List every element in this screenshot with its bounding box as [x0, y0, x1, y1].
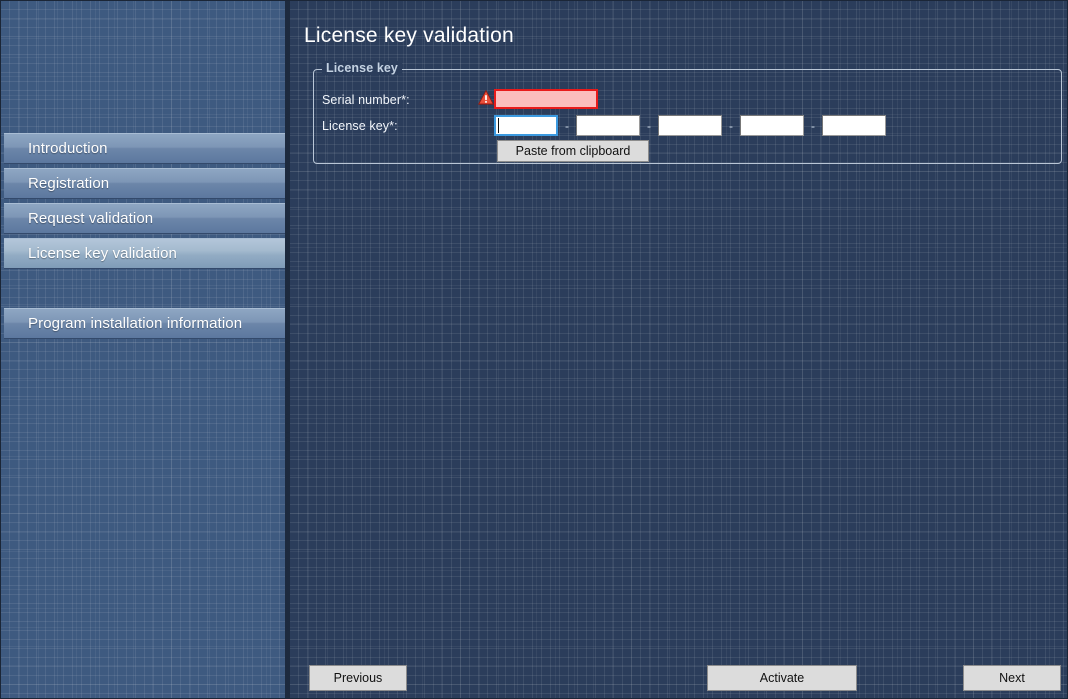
license-key-segment-2[interactable] — [576, 115, 640, 136]
groupbox-title: License key — [322, 61, 402, 75]
license-key-segment-4[interactable] — [740, 115, 804, 136]
sidebar-item-introduction[interactable]: Introduction — [4, 133, 285, 164]
license-key-groupbox: License key Serial number*: License key*… — [313, 61, 1062, 164]
license-key-separator: - — [729, 118, 733, 133]
sidebar-item-request-validation[interactable]: Request validation — [4, 203, 285, 234]
paste-from-clipboard-button[interactable]: Paste from clipboard — [497, 140, 649, 162]
license-key-label: License key*: — [322, 119, 398, 133]
sidebar-item-license-key-validation[interactable]: License key validation — [4, 238, 285, 269]
content-panel: License key validation License key Seria… — [290, 1, 1067, 698]
license-key-segment-1[interactable] — [494, 115, 558, 136]
sidebar-crosshair-background — [1, 1, 285, 698]
sidebar-item-program-installation-information[interactable]: Program installation information — [4, 308, 285, 339]
license-key-segment-5[interactable] — [822, 115, 886, 136]
license-key-segments: - - - - — [494, 115, 886, 136]
serial-number-input[interactable] — [494, 89, 598, 109]
wizard-window: Introduction Registration Request valida… — [0, 0, 1068, 699]
sidebar-item-label: Request validation — [28, 210, 154, 227]
sidebar-item-registration[interactable]: Registration — [4, 168, 285, 199]
sidebar-item-label: Registration — [28, 175, 110, 192]
sidebar-item-label: License key validation — [28, 245, 177, 262]
previous-button[interactable]: Previous — [309, 665, 407, 691]
license-key-separator: - — [565, 118, 569, 133]
text-cursor — [498, 118, 499, 133]
warning-triangle-icon — [477, 89, 495, 105]
sidebar-item-label: Introduction — [28, 140, 108, 157]
page-title: License key validation — [304, 24, 514, 47]
license-key-separator: - — [647, 118, 651, 133]
sidebar-grid-background — [1, 1, 285, 698]
license-key-segment-3[interactable] — [658, 115, 722, 136]
activate-button[interactable]: Activate — [707, 665, 857, 691]
serial-number-label: Serial number*: — [322, 93, 410, 107]
next-button[interactable]: Next — [963, 665, 1061, 691]
wizard-step-sidebar: Introduction Registration Request valida… — [1, 1, 285, 698]
sidebar-item-label: Program installation information — [28, 315, 243, 332]
license-key-separator: - — [811, 118, 815, 133]
